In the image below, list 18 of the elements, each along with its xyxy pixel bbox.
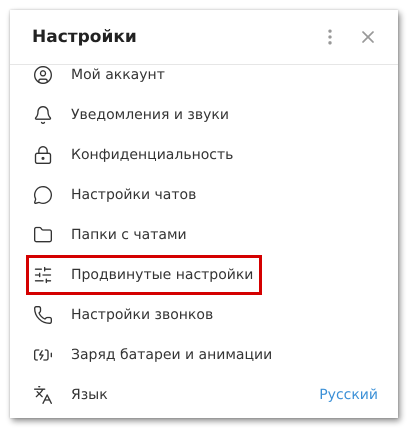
settings-item[interactable]: Язык xyxy=(26,375,117,415)
settings-item[interactable]: Мой аккаунт xyxy=(26,65,174,95)
bell-icon xyxy=(33,105,53,125)
settings-item[interactable]: Конфиденциальность xyxy=(26,135,242,175)
translate-icon xyxy=(33,385,53,405)
account-icon xyxy=(33,65,53,85)
settings-item[interactable]: Настройки звонков xyxy=(26,295,222,335)
settings-item[interactable]: Продвинутые настройки xyxy=(26,255,262,295)
lock-icon xyxy=(33,145,53,165)
settings-item[interactable]: Настройки чатов xyxy=(26,175,206,215)
settings-item[interactable]: Уведомления и звуки xyxy=(26,95,238,135)
window-title: Настройки xyxy=(32,27,138,47)
settings-item[interactable]: Папки с чатами xyxy=(26,215,196,255)
sliders-icon xyxy=(33,265,53,285)
folder-icon xyxy=(33,225,53,245)
chat-bubble-icon xyxy=(33,185,53,205)
phone-icon xyxy=(33,305,53,325)
settings-item[interactable]: Заряд батареи и анимации xyxy=(26,335,282,375)
